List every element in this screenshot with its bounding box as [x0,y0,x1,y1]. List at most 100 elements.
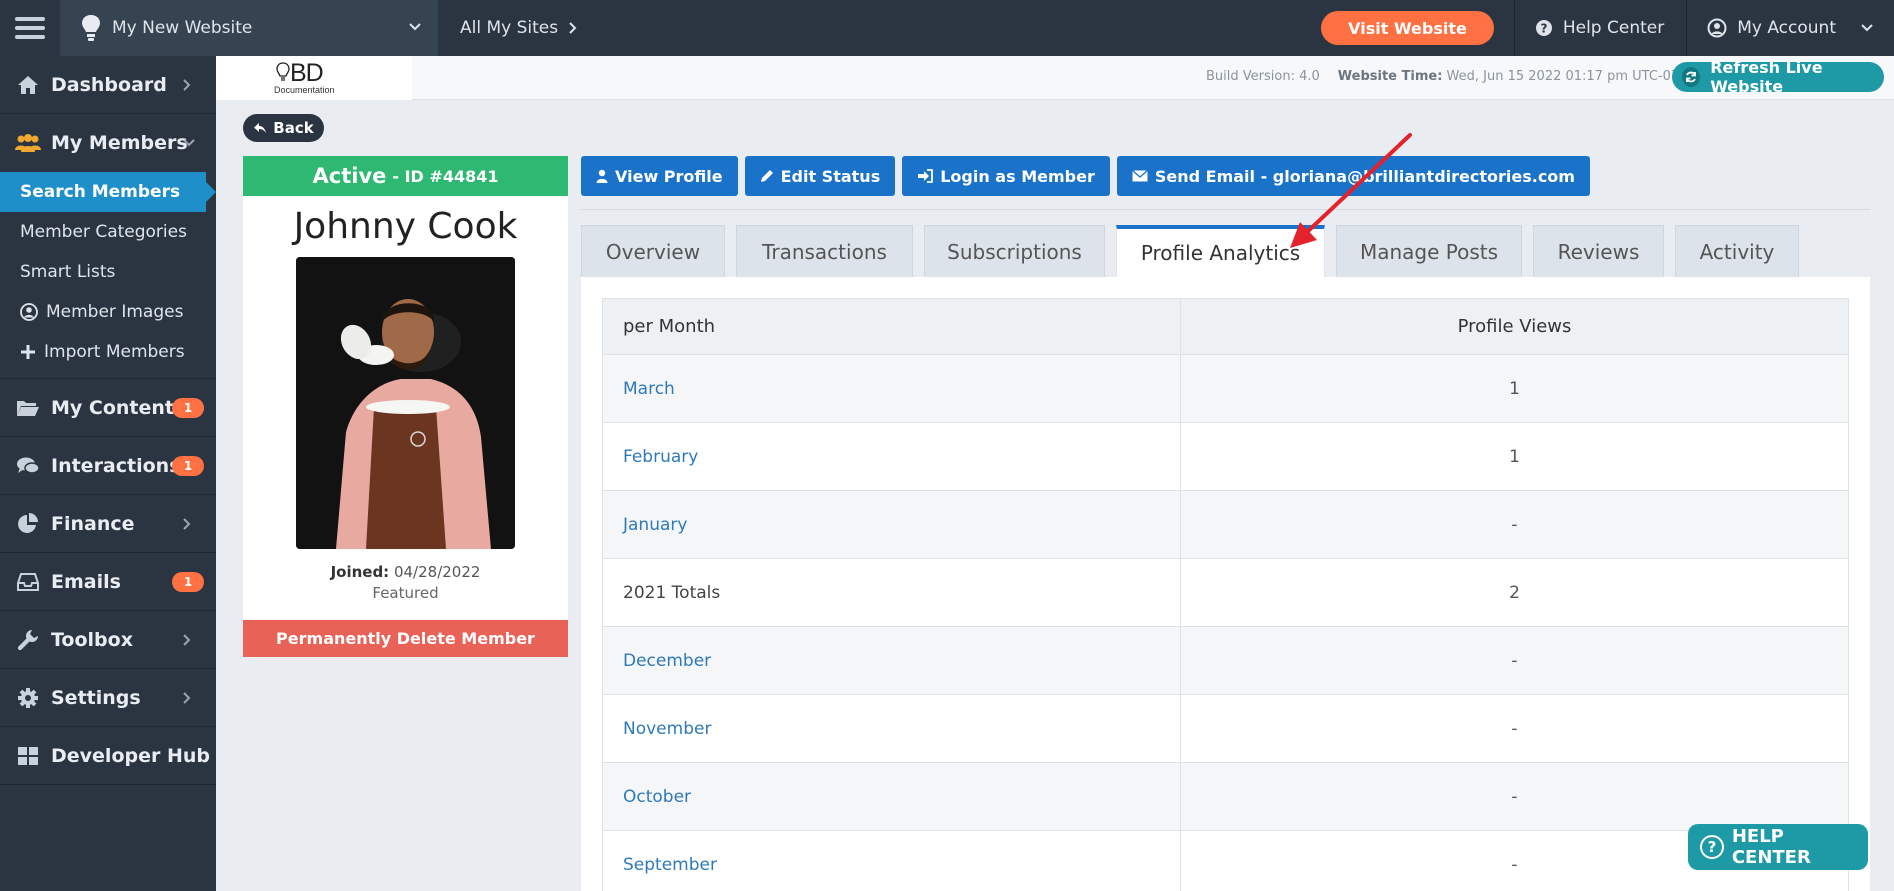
top-bar: My New Website All My Sites Visit Websit… [0,0,1894,56]
views-value: 1 [1180,422,1849,491]
month-link[interactable]: September [602,830,1181,891]
help-center-link[interactable]: ? Help Center [1515,0,1686,56]
tab-subscriptions[interactable]: Subscriptions [924,225,1105,277]
month-link[interactable]: November [602,694,1181,763]
sidebar-item-toolbox[interactable]: Toolbox [0,611,216,669]
envelope-icon [1131,170,1148,182]
sidebar-item-settings[interactable]: Settings [0,669,216,727]
sidebar-item-interactions[interactable]: Interactions 1 [0,437,216,495]
home-icon [15,75,41,95]
gear-icon [15,687,41,709]
login-as-member-button[interactable]: Login as Member [902,156,1110,196]
refresh-icon [1682,67,1701,87]
views-value: - [1180,762,1849,831]
sidebar-item-developer-hub[interactable]: Developer Hub [0,727,216,785]
send-email-label: Send Email - gloriana@brilliantdirectori… [1154,166,1575,186]
website-time-label: Website Time: [1337,69,1443,84]
my-account-label: My Account [1737,18,1836,38]
sidebar-item-emails[interactable]: Emails 1 [0,553,216,611]
tab-reviews[interactable]: Reviews [1533,225,1664,277]
all-sites-label: All My Sites [460,18,559,38]
view-profile-button[interactable]: View Profile [581,156,738,196]
sidebar-item-finance[interactable]: Finance [0,495,216,553]
tab-profile-analytics[interactable]: Profile Analytics [1116,225,1325,277]
send-email-button[interactable]: Send Email - gloriana@brilliantdirectori… [1116,156,1590,196]
user-icon [596,169,608,183]
pie-chart-icon [15,512,41,535]
table-row: February 1 [602,422,1849,491]
chevron-down-icon [183,139,195,147]
menu-toggle-button[interactable] [0,0,60,56]
chevron-down-icon [409,23,421,31]
views-value: - [1180,694,1849,763]
tab-activity[interactable]: Activity [1675,225,1799,277]
sidebar-item-member-images[interactable]: Member Images [0,292,216,332]
visit-website-button[interactable]: Visit Website [1321,11,1494,45]
notification-badge: 1 [172,398,204,418]
logo-bulb-icon [276,62,290,81]
svg-text:?: ? [1540,22,1547,36]
divider [581,209,1870,210]
sidebar-item-label: Emails [51,570,121,593]
edit-status-button[interactable]: Edit Status [744,156,896,196]
member-actions: View Profile Edit Status Login as Member… [581,156,1590,196]
question-circle-icon: ? [1535,20,1552,36]
chevron-right-icon [183,692,191,704]
back-button[interactable]: Back [243,114,324,142]
chevron-right-icon [183,634,191,646]
table-row: January - [602,490,1849,559]
sidebar-item-label: My Members [51,132,188,154]
users-icon [15,133,41,153]
column-header-period: per Month [602,298,1181,355]
table-row: December - [602,626,1849,695]
my-account-menu[interactable]: My Account [1687,0,1894,56]
site-selector[interactable]: My New Website [60,0,438,56]
month-link[interactable]: October [602,762,1181,831]
tab-manage-posts[interactable]: Manage Posts [1336,225,1522,277]
sidebar-item-import-members[interactable]: Import Members [0,332,216,372]
logo-text: BD [290,59,324,87]
sidebar-item-my-content[interactable]: My Content 1 [0,379,216,437]
chat-icon [15,456,41,476]
sidebar-item-label: Developer Hub [51,744,210,767]
refresh-label: Refresh Live Website [1710,58,1823,96]
user-circle-icon [1707,18,1727,38]
wrench-icon [15,629,41,651]
sidebar-item-dashboard[interactable]: Dashboard [0,56,216,114]
tab-overview[interactable]: Overview [581,225,725,277]
month-link[interactable]: January [602,490,1181,559]
table-row: March 1 [602,354,1849,423]
lightbulb-icon [82,15,100,41]
profile-analytics-panel: per Month Profile Views March 1 February… [581,277,1870,891]
help-center-float-button[interactable]: ? HELP CENTER [1688,824,1868,870]
sidebar-item-member-categories[interactable]: Member Categories [0,212,216,252]
hamburger-icon [15,17,45,39]
year-total-label: 2021 Totals [602,558,1181,627]
delete-member-button[interactable]: Permanently Delete Member [243,620,568,657]
sidebar-item-search-members[interactable]: Search Members [0,172,216,212]
views-value: - [1180,490,1849,559]
chevron-right-icon [183,518,191,530]
plus-icon [20,344,36,360]
sidebar: Dashboard My Members Search Members Memb… [0,56,216,891]
logo-subtitle: Documentation [274,85,335,95]
user-circle-icon [20,303,38,321]
month-link[interactable]: December [602,626,1181,695]
month-link[interactable]: February [602,422,1181,491]
all-sites-link[interactable]: All My Sites [460,18,578,38]
featured-label: Featured [372,584,439,602]
tab-transactions[interactable]: Transactions [736,225,913,277]
sidebar-item-smart-lists[interactable]: Smart Lists [0,252,216,292]
table-row: November - [602,694,1849,763]
member-tabs: Overview Transactions Subscriptions Prof… [581,225,1810,277]
folder-icon [15,399,41,417]
members-submenu: Search Members Member Categories Smart L… [0,172,216,379]
refresh-live-website-button[interactable]: Refresh Live Website [1672,58,1884,96]
sidebar-item-my-members[interactable]: My Members [0,114,216,172]
status-badge: Active [312,164,387,188]
month-link[interactable]: March [602,354,1181,423]
sub-header: BD Documentation Build Version: 4.0 Websi… [216,56,1894,100]
grid-icon [15,746,41,766]
status-bar: Active - ID #44841 [243,156,568,196]
member-photo [296,257,515,549]
